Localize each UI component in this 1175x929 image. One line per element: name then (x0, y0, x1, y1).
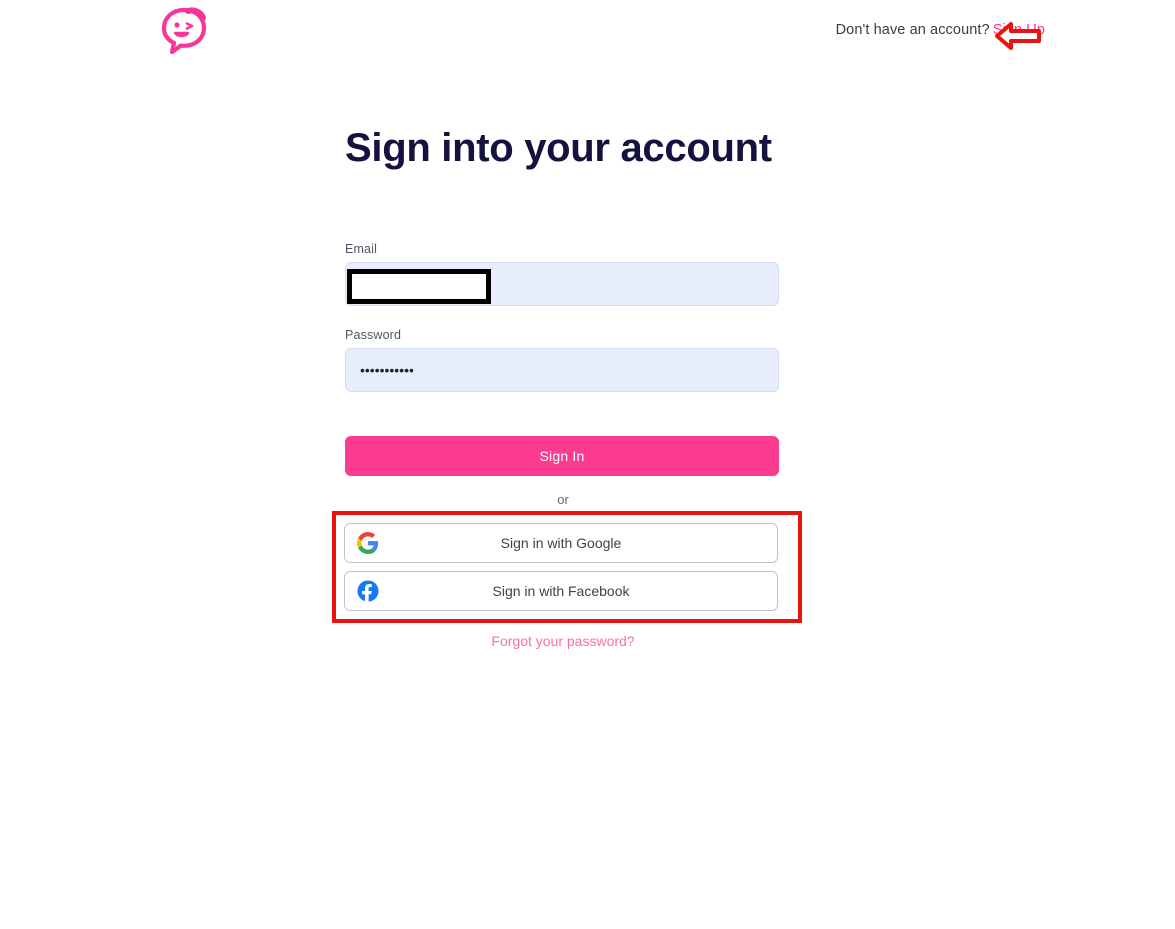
google-g-icon (357, 532, 379, 554)
signin-form: Email Password Sign In or Sign in with G… (332, 242, 802, 649)
password-field-group: Password (345, 328, 781, 392)
page-title: Sign into your account (345, 126, 772, 170)
sign-in-with-google-button[interactable]: Sign in with Google (344, 523, 778, 563)
facebook-button-label: Sign in with Facebook (492, 583, 630, 599)
google-button-label: Sign in with Google (500, 535, 622, 551)
email-label: Email (345, 242, 378, 256)
chat-face-logo-icon[interactable] (158, 6, 210, 56)
facebook-f-icon (357, 580, 379, 603)
social-signin-annotation-box: Sign in with Google Sign in with Faceboo… (332, 511, 802, 623)
signin-card: Sign into your account Email Password Si… (332, 126, 802, 649)
sign-in-button[interactable]: Sign In (345, 436, 779, 476)
left-arrow-annotation-icon (995, 20, 1041, 52)
page-header: Don't have an account?Sign Up (0, 0, 1175, 64)
sign-in-with-facebook-button[interactable]: Sign in with Facebook (344, 571, 778, 611)
email-field-group: Email (345, 242, 781, 306)
divider-label: or (557, 492, 569, 507)
forgot-password-link[interactable]: Forgot your password? (345, 633, 781, 649)
password-label: Password (345, 328, 402, 342)
password-input[interactable] (345, 348, 779, 392)
email-input[interactable] (345, 262, 779, 306)
no-account-text: Don't have an account? (835, 22, 990, 38)
